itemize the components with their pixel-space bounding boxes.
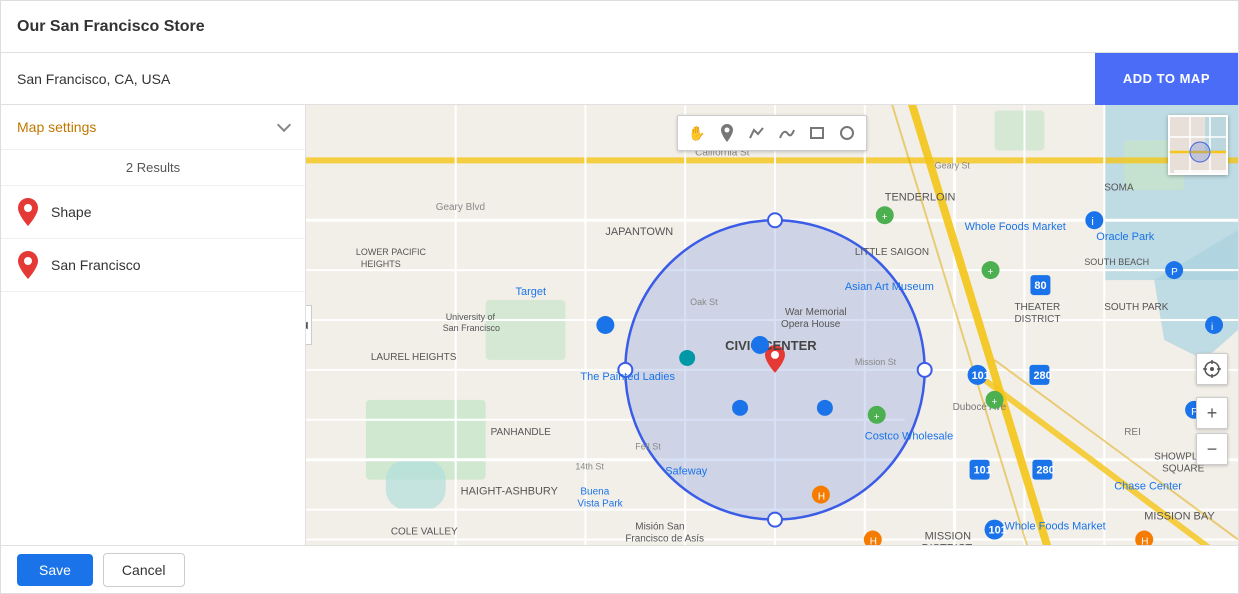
main-content: Map settings 2 Results Shape San Fran [1, 105, 1238, 545]
footer-bar: Save Cancel [1, 545, 1238, 593]
svg-text:San Francisco: San Francisco [443, 323, 500, 333]
svg-text:SOMA: SOMA [1104, 182, 1134, 193]
svg-text:COLE VALLEY: COLE VALLEY [391, 527, 458, 538]
svg-text:+: + [874, 412, 880, 423]
svg-text:The Painted Ladies: The Painted Ladies [580, 371, 675, 383]
svg-text:280: 280 [1036, 465, 1054, 477]
map-settings-toggle[interactable]: Map settings [1, 105, 305, 150]
map-settings-label: Map settings [17, 119, 96, 135]
location-icon [1203, 360, 1221, 378]
add-to-map-button[interactable]: ADD TO MAP [1095, 53, 1238, 105]
cancel-button[interactable]: Cancel [103, 553, 185, 587]
svg-text:SQUARE: SQUARE [1162, 464, 1204, 475]
collapse-sidebar-button[interactable]: ◀ [306, 305, 312, 345]
svg-text:H: H [1141, 537, 1148, 545]
svg-text:Safeway: Safeway [665, 466, 708, 478]
zoom-in-button[interactable]: + [1196, 397, 1228, 429]
svg-text:Chase Center: Chase Center [1114, 481, 1182, 493]
svg-text:+: + [882, 212, 888, 223]
results-count: 2 Results [1, 150, 305, 186]
map-area[interactable]: California St Geary Blvd LOWER PACIFIC H… [306, 105, 1238, 545]
toolbar-line-tool[interactable] [744, 120, 770, 146]
sidebar: Map settings 2 Results Shape San Fran [1, 105, 306, 545]
svg-text:101: 101 [974, 465, 992, 477]
toolbar-curve-tool[interactable] [774, 120, 800, 146]
svg-text:14th St: 14th St [575, 462, 604, 472]
map-background: California St Geary Blvd LOWER PACIFIC H… [306, 105, 1238, 545]
search-bar: ADD TO MAP [1, 53, 1238, 105]
svg-text:Fell St: Fell St [635, 442, 661, 452]
svg-text:REI: REI [1124, 427, 1141, 438]
page-title: Our San Francisco Store [17, 18, 205, 36]
map-controls: + − [1196, 353, 1228, 465]
svg-text:280: 280 [1033, 370, 1051, 382]
svg-text:HEIGHTS: HEIGHTS [361, 259, 401, 269]
svg-text:Misión San: Misión San [635, 522, 684, 533]
svg-text:i: i [1091, 216, 1093, 228]
result-item-san-francisco[interactable]: San Francisco [1, 239, 305, 292]
svg-text:Target: Target [516, 286, 547, 298]
save-button[interactable]: Save [17, 554, 93, 586]
svg-text:P: P [1171, 267, 1178, 278]
svg-text:University of: University of [446, 312, 496, 322]
svg-text:i: i [1211, 322, 1213, 333]
map-thumbnail[interactable] [1168, 115, 1228, 175]
svg-text:DISTRICT: DISTRICT [1014, 314, 1060, 325]
svg-text:Geary Blvd: Geary Blvd [436, 202, 485, 213]
svg-text:Geary St: Geary St [935, 160, 971, 170]
svg-text:101: 101 [972, 370, 990, 382]
toolbar-rect-tool[interactable] [804, 120, 830, 146]
svg-text:LITTLE SAIGON: LITTLE SAIGON [855, 247, 929, 258]
toolbar-hand-tool[interactable]: ✋ [684, 120, 710, 146]
result-label-shape: Shape [51, 204, 91, 220]
svg-text:Costco Wholesale: Costco Wholesale [865, 431, 953, 443]
thumbnail-map [1170, 117, 1228, 175]
svg-text:H: H [870, 537, 877, 545]
svg-text:TENDERLOIN: TENDERLOIN [885, 191, 956, 203]
svg-text:Oak St: Oak St [690, 297, 718, 307]
svg-text:PANHANDLE: PANHANDLE [491, 427, 552, 438]
svg-text:MISSION: MISSION [925, 531, 971, 543]
svg-text:LOWER PACIFIC: LOWER PACIFIC [356, 247, 427, 257]
svg-text:+: + [988, 267, 994, 278]
svg-text:THEATER: THEATER [1014, 302, 1060, 313]
svg-text:War Memorial: War Memorial [785, 307, 847, 318]
result-label-sf: San Francisco [51, 257, 140, 273]
svg-text:Mission St: Mission St [855, 357, 897, 367]
svg-text:Oracle Park: Oracle Park [1096, 231, 1154, 243]
svg-text:Francisco de Asís: Francisco de Asís [625, 534, 704, 545]
svg-text:MISSION BAY: MISSION BAY [1144, 511, 1215, 523]
svg-text:101: 101 [989, 525, 1007, 537]
location-button[interactable] [1196, 353, 1228, 385]
svg-text:80: 80 [1034, 280, 1046, 292]
svg-text:HAIGHT-ASHBURY: HAIGHT-ASHBURY [461, 486, 559, 498]
svg-text:H: H [818, 492, 825, 503]
collapse-arrow-icon: ◀ [306, 320, 308, 331]
map-toolbar: ✋ [677, 115, 867, 151]
svg-text:Asian Art Museum: Asian Art Museum [845, 281, 934, 293]
toolbar-pin-tool[interactable] [714, 120, 740, 146]
svg-text:LAUREL HEIGHTS: LAUREL HEIGHTS [371, 352, 457, 363]
svg-text:Vista Park: Vista Park [577, 499, 622, 510]
chevron-down-icon [277, 118, 291, 132]
title-bar: Our San Francisco Store [1, 1, 1238, 53]
app-container: Our San Francisco Store ADD TO MAP Map s… [0, 0, 1239, 594]
pin-icon-shape [17, 198, 39, 226]
result-item-shape[interactable]: Shape [1, 186, 305, 239]
pin-icon-sf [17, 251, 39, 279]
zoom-out-button[interactable]: − [1196, 433, 1228, 465]
svg-text:Buena: Buena [580, 487, 609, 498]
svg-text:CIVIC CENTER: CIVIC CENTER [725, 338, 817, 353]
svg-text:SOUTH PARK: SOUTH PARK [1104, 302, 1168, 313]
svg-text:JAPANTOWN: JAPANTOWN [605, 226, 673, 238]
toolbar-circle-tool[interactable] [834, 120, 860, 146]
svg-text:Whole Foods Market: Whole Foods Market [965, 221, 1066, 233]
svg-text:+: + [992, 397, 998, 408]
svg-text:DISTRICT: DISTRICT [922, 543, 973, 545]
search-input[interactable] [17, 53, 1095, 104]
svg-text:Whole Foods Market: Whole Foods Market [1005, 521, 1106, 533]
svg-text:Opera House: Opera House [781, 319, 841, 330]
svg-text:SOUTH BEACH: SOUTH BEACH [1084, 257, 1149, 267]
